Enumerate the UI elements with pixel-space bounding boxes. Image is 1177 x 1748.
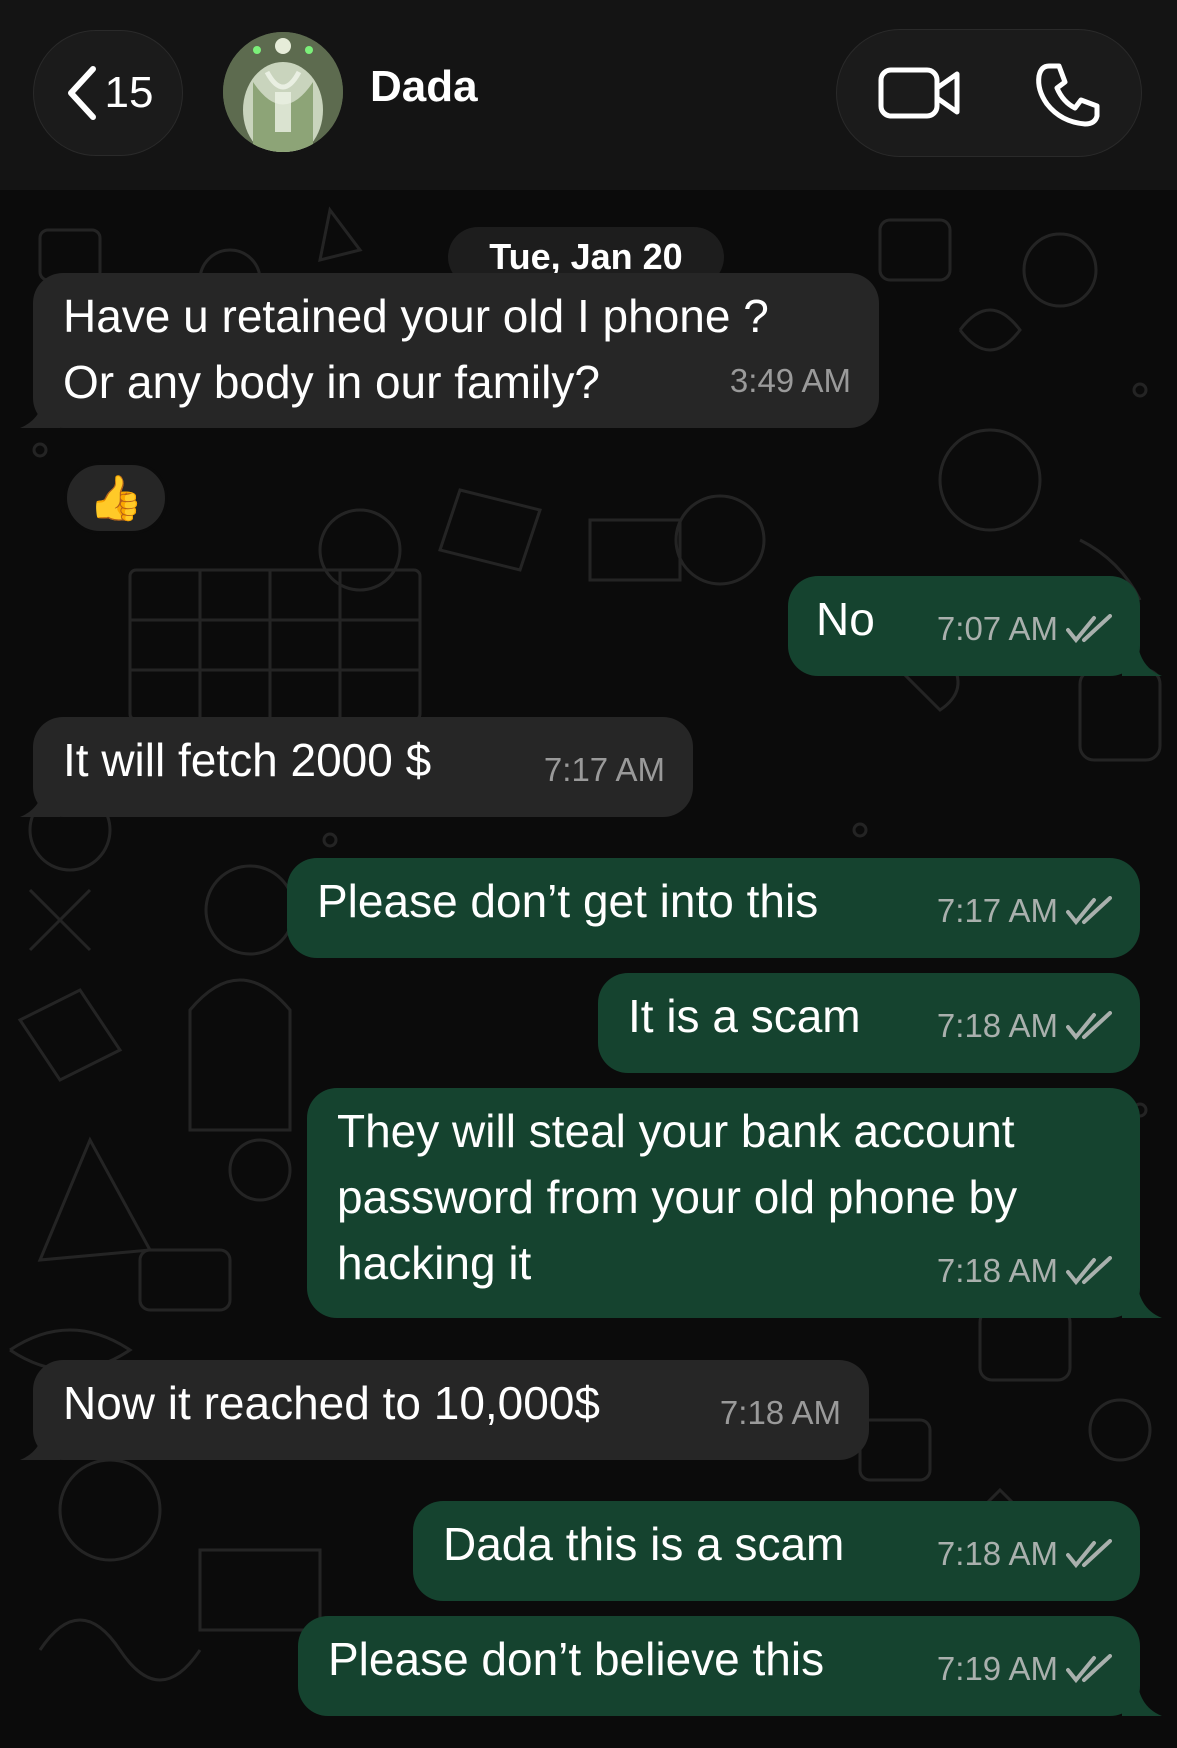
message-text: It will fetch 2000 $ (63, 734, 432, 786)
message-text: Have u retained your old I phone ? Or an… (63, 283, 769, 415)
incoming-message[interactable]: Have u retained your old I phone ? Or an… (33, 273, 879, 428)
message-text: Please don’t get into this (317, 875, 819, 927)
outgoing-message[interactable]: Please don’t believe this 7:19 AM (298, 1616, 1140, 1716)
message-time: 7:19 AM (936, 1650, 1058, 1687)
message-time: 7:18 AM (719, 1394, 841, 1431)
message-text: It is a scam (628, 990, 861, 1042)
avatar-image (223, 32, 343, 152)
back-button[interactable]: 15 (33, 30, 183, 156)
chat-area[interactable]: Tue, Jan 20 Have u retained your old I p… (0, 190, 1177, 1748)
message-line: They will steal your bank account (337, 1105, 1015, 1157)
message-meta: 7:17 AM (544, 737, 665, 803)
outgoing-message[interactable]: No 7:07 AM (788, 576, 1140, 676)
message-text: Please don’t believe this (328, 1633, 825, 1685)
bubble-tail (1122, 1686, 1162, 1716)
outgoing-message[interactable]: It is a scam 7:18 AM (598, 973, 1140, 1073)
bubble-tail (1122, 646, 1162, 676)
outgoing-message[interactable]: Dada this is a scam 7:18 AM (413, 1501, 1140, 1601)
chevron-left-icon (67, 66, 96, 120)
contact-avatar[interactable] (223, 32, 343, 152)
video-call-icon (878, 67, 960, 119)
reaction-badge[interactable]: 👍 (64, 462, 168, 534)
message-line: Or any body in our family? (63, 356, 600, 408)
message-line: Have u retained your old I phone ? (63, 290, 769, 342)
message-meta: 7:18 AM (720, 1380, 841, 1446)
voice-call-button[interactable] (1033, 60, 1103, 130)
message-text: Now it reached to 10,000$ (63, 1377, 601, 1429)
incoming-message[interactable]: Now it reached to 10,000$ 7:18 AM (33, 1360, 869, 1460)
double-check-icon (1066, 896, 1112, 926)
message-text: No (816, 593, 875, 645)
bubble-tail (20, 398, 60, 428)
double-check-icon (1066, 614, 1112, 644)
double-check-icon (1066, 1539, 1112, 1569)
message-meta: 7:07 AM (937, 596, 1112, 662)
message-line: hacking it (337, 1237, 532, 1289)
message-time: 7:18 AM (936, 1535, 1058, 1572)
bubble-tail (20, 1430, 60, 1460)
message-line: password from your old phone by (337, 1171, 1018, 1223)
bubble-tail (1122, 1288, 1162, 1318)
chat-header: 15 Dada (0, 0, 1177, 190)
bubble-tail (20, 787, 60, 817)
message-meta: 3:49 AM (730, 348, 851, 414)
message-meta: 7:17 AM (937, 878, 1112, 944)
phone-call-icon (1036, 63, 1100, 127)
message-time: 7:17 AM (936, 892, 1058, 929)
message-meta: 7:18 AM (937, 1238, 1112, 1304)
unread-count: 15 (104, 68, 154, 117)
call-actions (836, 29, 1142, 157)
message-text: They will steal your bank account passwo… (337, 1098, 1017, 1296)
message-time: 3:49 AM (729, 362, 851, 399)
message-time: 7:18 AM (936, 1252, 1058, 1289)
message-time: 7:17 AM (543, 751, 665, 788)
message-text: Dada this is a scam (443, 1518, 845, 1570)
outgoing-message[interactable]: They will steal your bank account passwo… (307, 1088, 1140, 1318)
thumbs-up-icon: 👍 (88, 474, 144, 523)
message-meta: 7:18 AM (937, 1521, 1112, 1587)
double-check-icon (1066, 1256, 1112, 1286)
video-call-button[interactable] (877, 60, 963, 126)
message-time: 7:07 AM (936, 610, 1058, 647)
incoming-message[interactable]: It will fetch 2000 $ 7:17 AM (33, 717, 693, 817)
contact-name[interactable]: Dada (370, 62, 478, 112)
message-meta: 7:18 AM (937, 993, 1112, 1059)
message-meta: 7:19 AM (937, 1636, 1112, 1702)
outgoing-message[interactable]: Please don’t get into this 7:17 AM (287, 858, 1140, 958)
double-check-icon (1066, 1011, 1112, 1041)
double-check-icon (1066, 1654, 1112, 1684)
message-time: 7:18 AM (936, 1007, 1058, 1044)
